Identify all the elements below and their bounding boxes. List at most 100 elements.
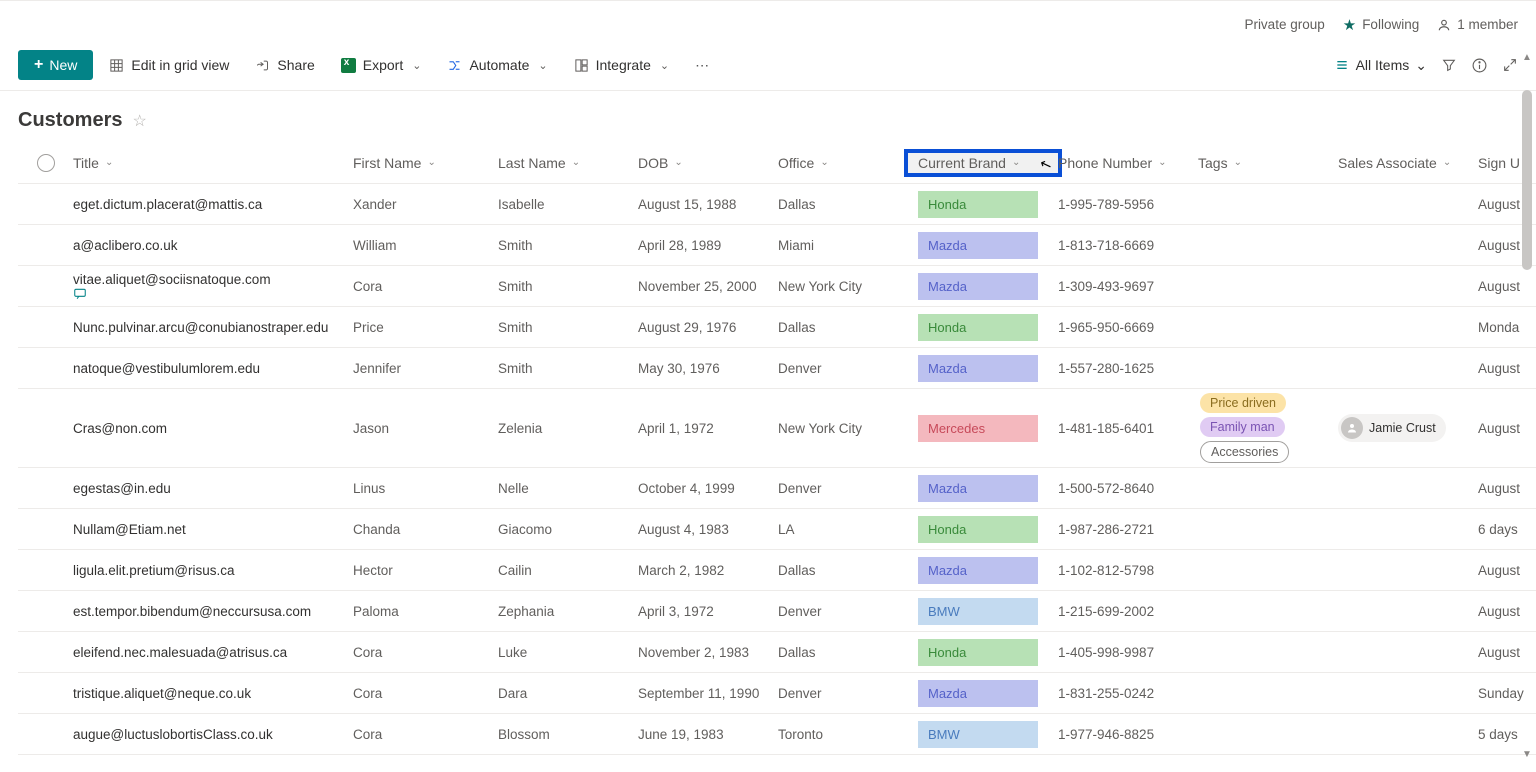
table-row[interactable]: ligula.elit.pretium@risus.caHectorCailin… — [18, 550, 1536, 591]
brand-pill: Mercedes — [918, 415, 1038, 442]
cell-title[interactable]: natoque@vestibulumlorem.edu — [73, 361, 353, 376]
comment-icon[interactable] — [73, 287, 343, 301]
column-first-name[interactable]: First Name⌄ — [353, 155, 498, 171]
table-row[interactable]: egestas@in.eduLinusNelleOctober 4, 1999D… — [18, 468, 1536, 509]
share-button[interactable]: Share — [245, 51, 324, 79]
edit-grid-button[interactable]: Edit in grid view — [99, 51, 239, 79]
table-row[interactable]: Cras@non.comJasonZeleniaApril 1, 1972New… — [18, 389, 1536, 468]
cell-first-name: Price — [353, 320, 498, 335]
cell-title[interactable]: eleifend.nec.malesuada@atrisus.ca — [73, 645, 353, 660]
brand-pill: Mazda — [918, 557, 1038, 584]
brand-pill: Honda — [918, 516, 1038, 543]
scroll-thumb[interactable] — [1522, 90, 1532, 270]
cell-current-brand: Honda — [918, 314, 1058, 341]
page-title: Customers — [18, 109, 122, 132]
automate-button[interactable]: Automate ⌄ — [437, 51, 557, 79]
cell-title[interactable]: a@aclibero.co.uk — [73, 238, 353, 253]
column-last-name[interactable]: Last Name⌄ — [498, 155, 638, 171]
table-row[interactable]: vitae.aliquet@sociisnatoque.comCoraSmith… — [18, 266, 1536, 307]
column-office[interactable]: Office⌄ — [778, 155, 918, 171]
integrate-button[interactable]: Integrate ⌄ — [564, 51, 679, 79]
favorite-star-icon[interactable]: ☆ — [132, 111, 146, 131]
table-row[interactable]: Nullam@Etiam.netChandaGiacomoAugust 4, 1… — [18, 509, 1536, 550]
table-row[interactable]: tristique.aliquet@neque.co.ukCoraDaraSep… — [18, 673, 1536, 714]
select-all-circle[interactable] — [37, 154, 55, 172]
table-row[interactable]: a@aclibero.co.ukWilliamSmithApril 28, 19… — [18, 225, 1536, 266]
column-title[interactable]: Title⌄ — [73, 155, 353, 171]
brand-pill: Mazda — [918, 355, 1038, 382]
automate-label: Automate — [469, 57, 529, 73]
expand-icon[interactable] — [1502, 57, 1518, 73]
column-sales-associate[interactable]: Sales Associate⌄ — [1338, 155, 1478, 171]
column-tags[interactable]: Tags⌄ — [1198, 155, 1338, 171]
cell-phone: 1-215-699-2002 — [1058, 604, 1198, 619]
cell-title[interactable]: Cras@non.com — [73, 421, 353, 436]
cell-title[interactable]: augue@luctuslobortisClass.co.uk — [73, 727, 353, 742]
cell-dob: November 25, 2000 — [638, 279, 778, 294]
cell-office: Denver — [778, 604, 918, 619]
export-button[interactable]: Export ⌄ — [331, 51, 432, 79]
cell-title[interactable]: est.tempor.bibendum@neccursusa.com — [73, 604, 353, 619]
share-icon — [255, 58, 270, 73]
cell-last-name: Smith — [498, 320, 638, 335]
cell-phone: 1-987-286-2721 — [1058, 522, 1198, 537]
filter-icon[interactable] — [1441, 57, 1457, 73]
column-current-brand[interactable]: Current Brand⌄ ↖ — [918, 155, 1058, 171]
table-row[interactable]: Nunc.pulvinar.arcu@conubianostraper.eduP… — [18, 307, 1536, 348]
more-icon: ⋯ — [695, 57, 709, 74]
more-button[interactable]: ⋯ — [685, 51, 719, 80]
cell-office: Miami — [778, 238, 918, 253]
cell-title[interactable]: Nunc.pulvinar.arcu@conubianostraper.edu — [73, 320, 353, 335]
table-row[interactable]: est.tempor.bibendum@neccursusa.comPaloma… — [18, 591, 1536, 632]
cell-title[interactable]: vitae.aliquet@sociisnatoque.com — [73, 272, 353, 301]
cell-phone: 1-813-718-6669 — [1058, 238, 1198, 253]
cell-first-name: Paloma — [353, 604, 498, 619]
brand-pill: Honda — [918, 314, 1038, 341]
table-row[interactable]: eleifend.nec.malesuada@atrisus.caCoraLuk… — [18, 632, 1536, 673]
cell-dob: October 4, 1999 — [638, 481, 778, 496]
brand-pill: Mazda — [918, 273, 1038, 300]
cell-phone: 1-500-572-8640 — [1058, 481, 1198, 496]
cell-last-name: Blossom — [498, 727, 638, 742]
cell-title[interactable]: tristique.aliquet@neque.co.uk — [73, 686, 353, 701]
cell-last-name: Cailin — [498, 563, 638, 578]
cell-title[interactable]: ligula.elit.pretium@risus.ca — [73, 563, 353, 578]
scroll-up-icon[interactable]: ▲ — [1522, 52, 1532, 63]
scroll-down-icon[interactable]: ▼ — [1522, 749, 1532, 760]
cell-office: Dallas — [778, 197, 918, 212]
cell-first-name: Chanda — [353, 522, 498, 537]
column-phone[interactable]: Phone Number⌄ — [1058, 155, 1198, 171]
column-dob[interactable]: DOB⌄ — [638, 155, 778, 171]
cell-title[interactable]: egestas@in.edu — [73, 481, 353, 496]
cell-current-brand: BMW — [918, 598, 1058, 625]
cell-current-brand: Honda — [918, 516, 1058, 543]
cell-first-name: William — [353, 238, 498, 253]
table-row[interactable]: eget.dictum.placerat@mattis.caXanderIsab… — [18, 184, 1536, 225]
cell-phone: 1-965-950-6669 — [1058, 320, 1198, 335]
new-button[interactable]: + New — [18, 50, 93, 80]
table-row[interactable]: natoque@vestibulumlorem.eduJenniferSmith… — [18, 348, 1536, 389]
new-label: New — [49, 57, 77, 73]
cell-dob: March 2, 1982 — [638, 563, 778, 578]
chevron-down-icon: ⌄ — [674, 157, 682, 168]
cell-current-brand: Mazda — [918, 273, 1058, 300]
cell-first-name: Xander — [353, 197, 498, 212]
members-link[interactable]: 1 member — [1437, 17, 1518, 32]
share-label: Share — [277, 57, 314, 73]
cell-title[interactable]: eget.dictum.placerat@mattis.ca — [73, 197, 353, 212]
table-row[interactable]: augue@luctuslobortisClass.co.ukCoraBloss… — [18, 714, 1536, 755]
cell-title[interactable]: Nullam@Etiam.net — [73, 522, 353, 537]
person-chip[interactable]: Jamie Crust — [1338, 414, 1446, 442]
cell-current-brand: BMW — [918, 721, 1058, 748]
cell-office: Toronto — [778, 727, 918, 742]
following-link[interactable]: ★ Following — [1343, 16, 1419, 34]
tag-pill: Price driven — [1200, 393, 1286, 413]
cell-first-name: Cora — [353, 686, 498, 701]
chevron-down-icon: ⌄ — [538, 59, 547, 72]
list-lines-icon — [1334, 57, 1350, 73]
vertical-scrollbar[interactable]: ▲ ▼ — [1520, 50, 1534, 762]
cell-first-name: Jason — [353, 421, 498, 436]
info-icon[interactable] — [1471, 57, 1488, 74]
avatar-icon — [1341, 417, 1363, 439]
view-selector[interactable]: All Items ⌄ — [1334, 57, 1427, 74]
